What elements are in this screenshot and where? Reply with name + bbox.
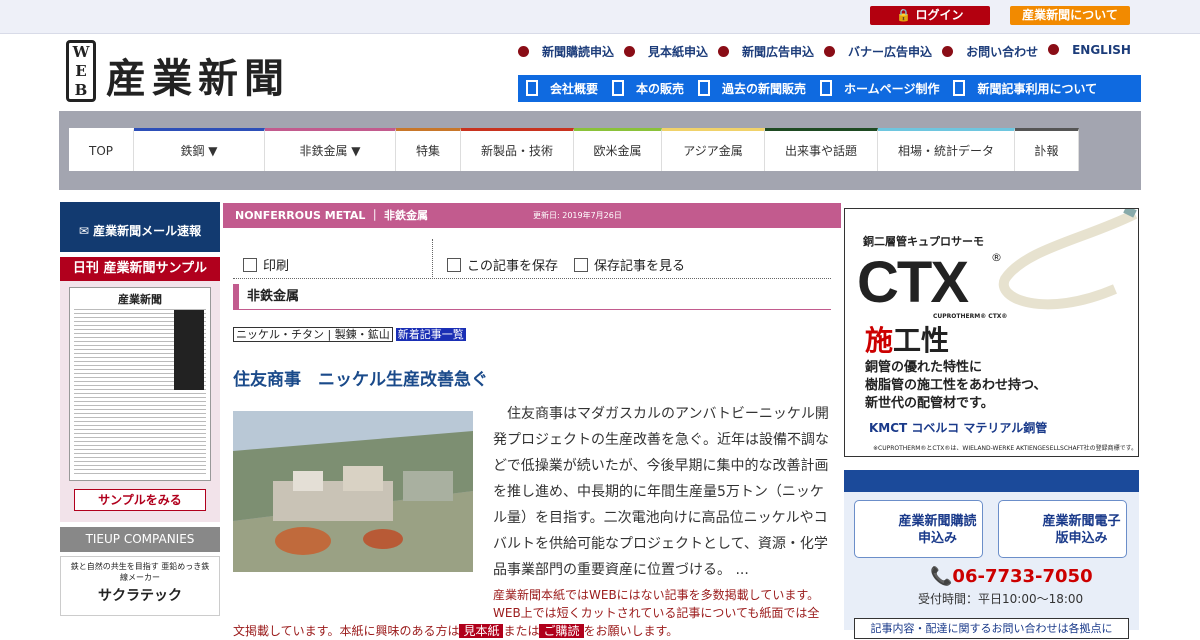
subscribe-paper-button[interactable]: 産業新聞購読申込み [854, 500, 983, 558]
nav-asia[interactable]: アジア金属 [662, 128, 765, 171]
nav-nonferrous[interactable]: 非鉄金属 ▼ [265, 128, 396, 171]
info-usage[interactable]: 新聞記事利用について [953, 80, 1097, 97]
top-link-ad[interactable]: 新聞広告申込 [718, 43, 814, 61]
folder-icon [574, 258, 588, 272]
phone-number: 📞06-7733-7050 [930, 566, 1093, 587]
tieup-header: TIEUP COMPANIES [60, 527, 220, 552]
subscribe-digital-button[interactable]: 産業新聞電子版申込み [998, 500, 1127, 558]
book-icon [612, 80, 625, 96]
logo-web-mark: WEB [66, 40, 96, 102]
top-link-subscribe[interactable]: 新聞購読申込 [518, 43, 614, 61]
article-tags: ニッケル・チタン | 製錬・鉱山 新着記事一覧 [233, 326, 466, 342]
about-button[interactable]: 産業新聞について [1010, 6, 1130, 25]
logo-name: 産業新聞 [106, 55, 290, 102]
info-company[interactable]: 会社概要 [526, 80, 598, 97]
info-past[interactable]: 過去の新聞販売 [698, 80, 806, 97]
top-link-contact[interactable]: お問い合わせ [942, 43, 1038, 61]
sample-title: 日刊 産業新聞サンプル [60, 257, 220, 281]
monitor-icon [820, 80, 833, 96]
main-nav: TOP 鉄鋼 ▼ 非鉄金属 ▼ 特集 新製品・技術 欧米金属 アジア金属 出来事… [69, 128, 1079, 171]
sample-box: 産業新聞 サンプルをみる [60, 281, 220, 522]
nav-market[interactable]: 相場・統計データ [878, 128, 1015, 171]
left-column: ✉ 産業新聞メール速報 日刊 産業新聞サンプル 産業新聞 サンプルをみる TIE… [60, 202, 220, 616]
login-button[interactable]: 🔒 ログイン [870, 6, 990, 25]
subscribe-panel: 産業新聞購読申込み 産業新聞電子版申込み 📞06-7733-7050 受付時間：… [844, 470, 1139, 639]
new-articles-link[interactable]: 新着記事一覧 [395, 328, 466, 341]
paper-note: 産業新聞本紙ではWEBにはない記事を多数掲載しています。WEB上では短くカットさ… [493, 588, 820, 620]
info-books[interactable]: 本の販売 [612, 80, 684, 97]
paper-note-2: 文掲載しています。本紙に興味のある方は 見本紙 または ご購読 をお願いします。 [233, 624, 679, 638]
section-title: 非鉄金属 [233, 284, 831, 310]
mail-icon: ✉ [78, 224, 94, 238]
nav-products[interactable]: 新製品・技術 [461, 128, 574, 171]
top-link-sample[interactable]: 見本紙申込 [624, 43, 708, 61]
view-saved-button[interactable]: 保存記事を見る [574, 255, 685, 274]
document-icon [953, 80, 966, 96]
top-link-english[interactable]: ENGLISH [1048, 43, 1131, 61]
article-photo [233, 411, 473, 572]
print-button[interactable]: 印刷 [243, 255, 289, 274]
top-links: 新聞購読申込 見本紙申込 新聞広告申込 バナー広告申込 お問い合わせ ENGLI… [518, 43, 1131, 61]
nav-western[interactable]: 欧米金属 [574, 128, 662, 171]
building-icon [526, 80, 538, 96]
sample-link[interactable]: 見本紙 [459, 624, 504, 638]
nav-obituary[interactable]: 訃報 [1015, 128, 1079, 171]
subscribe-link[interactable]: ご購読 [539, 624, 584, 638]
article-headline: 住友商事 ニッケル生産改善急ぐ [233, 370, 488, 390]
tag-nickel[interactable]: ニッケル・チタン | 製錬・鉱山 [233, 327, 393, 342]
sample-paper-image[interactable]: 産業新聞 [69, 287, 211, 481]
article-tools: 印刷 この記事を保存 保存記事を見る [233, 239, 831, 279]
article-main: NONFERROUS METAL ｜ 非鉄金属 更新日: 2019年7月26日 印… [223, 203, 841, 638]
calendar-icon [698, 80, 711, 96]
category-header: NONFERROUS METAL ｜ 非鉄金属 更新日: 2019年7月26日 [223, 203, 841, 228]
tieup-ad-sakuratech[interactable]: 鉄と自然の共生を目指す 亜鉛めっき鉄線メーカー サクラテック [60, 556, 220, 616]
nav-top[interactable]: TOP [69, 128, 134, 171]
reception-hours: 受付時間：平日10:00～18:00 [918, 592, 1084, 606]
top-link-banner[interactable]: バナー広告申込 [824, 43, 932, 61]
nav-feature[interactable]: 特集 [396, 128, 461, 171]
lock-icon: 🔒 [896, 8, 916, 22]
save-article-button[interactable]: この記事を保存 [447, 255, 558, 274]
article-body: 住友商事はマダガスカルのアンバトビーニッケル開発プロジェクトの生産改善を急ぐ。近… [493, 406, 829, 578]
phone-icon: 📞 [930, 566, 953, 587]
mail-news-banner[interactable]: ✉ 産業新聞メール速報 [60, 202, 220, 252]
site-logo[interactable]: WEB 産業新聞 [64, 40, 334, 102]
top-bar: 🔒 ログイン 産業新聞について [0, 0, 1200, 34]
info-web[interactable]: ホームページ制作 [820, 80, 939, 97]
nav-steel[interactable]: 鉄鋼 ▼ [134, 128, 265, 171]
info-bar: 会社概要 本の販売 過去の新聞販売 ホームページ制作 新聞記事利用について [518, 75, 1141, 102]
save-icon [447, 258, 461, 272]
nav-events[interactable]: 出来事や話題 [765, 128, 878, 171]
inquiry-link[interactable]: 記事内容・配達に関するお問い合わせは各拠点に [854, 618, 1129, 639]
printer-icon [243, 258, 257, 272]
ctx-advertisement[interactable]: 銅二層管キュプロサーモ CTX ® CUPROTHERM® CTX® 施工性 銅… [844, 208, 1139, 457]
nav-wrapper: TOP 鉄鋼 ▼ 非鉄金属 ▼ 特集 新製品・技術 欧米金属 アジア金属 出来事… [59, 111, 1141, 190]
updated-date: 更新日: 2019年7月26日 [533, 211, 622, 220]
sample-button[interactable]: サンプルをみる [74, 489, 206, 511]
